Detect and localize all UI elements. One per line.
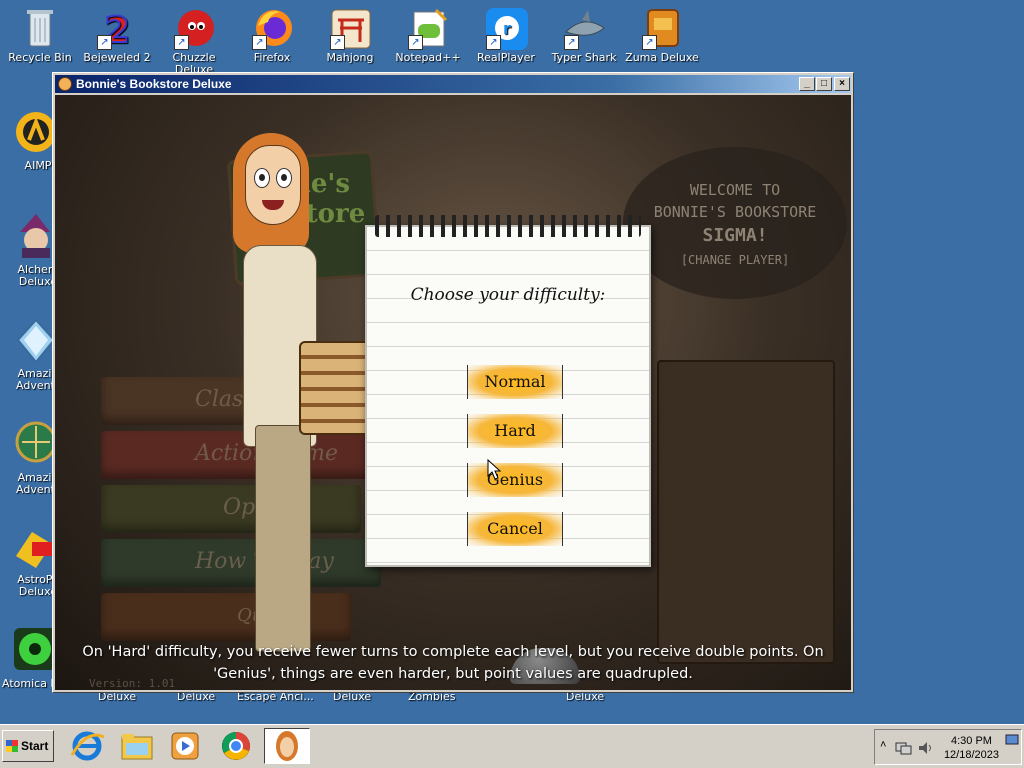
desktop-icon-label: Notepad++ bbox=[395, 51, 461, 64]
media-player-icon[interactable] bbox=[166, 729, 204, 763]
desktop-icon-label: Bejeweled 2 bbox=[83, 51, 151, 64]
firefox-icon: ↗ bbox=[250, 6, 294, 50]
game-canvas: Classic Action Game Options How To Play … bbox=[55, 95, 851, 690]
desktop-icon-typer-shark[interactable]: ↗ Typer Shark bbox=[544, 6, 624, 64]
welcome-bubble bbox=[623, 147, 847, 299]
shortcut-arrow-icon: ↗ bbox=[408, 35, 423, 50]
character-legs bbox=[255, 425, 311, 652]
desktop-icon-aimp[interactable]: AIMP bbox=[12, 110, 56, 172]
network-icon[interactable] bbox=[895, 740, 913, 756]
desktop-icon-label: Recycle Bin bbox=[8, 51, 72, 64]
show-desktop-icon[interactable] bbox=[1005, 734, 1019, 746]
shortcut-arrow-icon: ↗ bbox=[564, 35, 579, 50]
taskbar: Start ˄ 4:30 PM 12/18/2023 bbox=[0, 724, 1024, 768]
desktop-icon-alchemy[interactable]: Alchem Deluxe bbox=[12, 212, 59, 288]
file-explorer-icon[interactable] bbox=[118, 729, 156, 763]
desktop-icon-amazing-adventures-2[interactable]: Amazin Adventu bbox=[12, 420, 62, 496]
chuzzle-icon: ↗ bbox=[172, 6, 216, 50]
spiral-binding bbox=[375, 215, 641, 237]
desktop-icon-zuma[interactable]: ↗ Zuma Deluxe bbox=[622, 6, 702, 64]
maximize-button[interactable]: □ bbox=[816, 77, 832, 91]
version-text: Version: 1.01 bbox=[89, 677, 176, 690]
windows-flag-icon bbox=[6, 740, 18, 752]
atomica-icon bbox=[14, 628, 56, 670]
volume-icon[interactable] bbox=[917, 740, 933, 756]
close-button[interactable]: × bbox=[834, 77, 850, 91]
aimp-icon bbox=[16, 112, 56, 152]
chrome-icon[interactable] bbox=[217, 729, 255, 763]
shortcut-arrow-icon: ↗ bbox=[330, 35, 345, 50]
bonnie-game-taskbar-button[interactable] bbox=[264, 728, 310, 764]
astropop-icon bbox=[16, 532, 52, 568]
bonnie-game-icon bbox=[276, 731, 298, 761]
bookstore-cabinet bbox=[657, 360, 835, 664]
difficulty-dialog: Choose your difficulty: Normal Hard Geni… bbox=[365, 215, 651, 567]
window-title: Bonnie's Bookstore Deluxe bbox=[76, 77, 232, 91]
realplayer-icon: r ↗ bbox=[484, 6, 528, 50]
desktop-icon-atomica[interactable]: Atomica D bbox=[2, 626, 59, 690]
character-eye bbox=[276, 168, 292, 188]
shortcut-arrow-icon: ↗ bbox=[174, 35, 189, 50]
desktop-icon-recycle-bin[interactable]: Recycle Bin bbox=[0, 6, 80, 64]
change-player-link[interactable]: [CHANGE PLAYER] bbox=[623, 253, 847, 267]
show-hidden-icons-icon[interactable]: ˄ bbox=[880, 739, 886, 751]
bonnie-app-icon bbox=[58, 77, 72, 91]
character-eye bbox=[254, 168, 270, 188]
desktop-icon-label: Mahjong bbox=[326, 51, 374, 64]
desktop-icon-bejeweled[interactable]: 2 ↗ Bejeweled 2 bbox=[77, 6, 157, 64]
welcome-line-2: BONNIE'S BOOKSTORE bbox=[653, 203, 817, 221]
start-label: Start bbox=[21, 739, 49, 753]
start-button[interactable]: Start bbox=[2, 730, 54, 762]
amazing-adventures-2-icon bbox=[15, 421, 57, 463]
zuma-icon: ↗ bbox=[640, 6, 684, 50]
clock-date: 12/18/2023 bbox=[943, 749, 999, 761]
typer-shark-icon: ↗ bbox=[562, 6, 606, 50]
genius-button[interactable]: Genius bbox=[467, 463, 563, 497]
notepadpp-icon: ↗ bbox=[406, 6, 450, 50]
desktop-icon-astropop[interactable]: AstroPo Deluxe bbox=[12, 526, 59, 598]
svg-text:r: r bbox=[503, 19, 511, 38]
internet-explorer-icon[interactable] bbox=[68, 729, 106, 763]
clock[interactable]: 4:30 PM 12/18/2023 bbox=[944, 734, 999, 762]
shortcut-arrow-icon: ↗ bbox=[252, 35, 267, 50]
desktop-icon-label: Zuma Deluxe bbox=[625, 51, 699, 64]
game-window: Bonnie's Bookstore Deluxe _ □ × Classic … bbox=[52, 72, 854, 693]
desktop-icon-realplayer[interactable]: r ↗ RealPlayer bbox=[466, 6, 546, 64]
difficulty-prompt: Choose your difficulty: bbox=[410, 285, 606, 305]
character-mouth bbox=[262, 200, 284, 210]
desktop-icon-chuzzle[interactable]: ↗ Chuzzle Deluxe bbox=[154, 6, 234, 76]
caption-line-1: On 'Hard' difficulty, you receive fewer … bbox=[82, 644, 824, 660]
system-tray: ˄ 4:30 PM 12/18/2023 bbox=[874, 729, 1022, 765]
character-face bbox=[245, 145, 301, 225]
mahjong-icon: ↗ bbox=[328, 6, 372, 50]
desktop-icon-label: Typer Shark bbox=[551, 51, 617, 64]
alchemy-icon bbox=[20, 214, 50, 258]
clock-time: 4:30 PM bbox=[950, 735, 992, 747]
minimize-button[interactable]: _ bbox=[799, 77, 815, 91]
shortcut-arrow-icon: ↗ bbox=[97, 35, 112, 50]
window-titlebar[interactable]: Bonnie's Bookstore Deluxe _ □ × bbox=[55, 75, 851, 93]
desktop-icon-notepadpp[interactable]: ↗ Notepad++ bbox=[388, 6, 468, 64]
cancel-button[interactable]: Cancel bbox=[467, 512, 563, 546]
desktop-icon-mahjong[interactable]: ↗ Mahjong bbox=[310, 6, 390, 64]
recycle-bin-icon bbox=[18, 6, 62, 50]
menu-book-quit[interactable] bbox=[101, 593, 351, 641]
shortcut-arrow-icon: ↗ bbox=[486, 35, 501, 50]
amazing-adventures-icon bbox=[16, 318, 56, 364]
desktop-icon-amazing-adventures[interactable]: Amazin Adventu bbox=[12, 318, 62, 392]
bejeweled-icon: 2 ↗ bbox=[95, 6, 139, 52]
desktop-icon-label: Firefox bbox=[253, 51, 291, 64]
normal-button[interactable]: Normal bbox=[467, 365, 563, 399]
desktop-icon-firefox[interactable]: ↗ Firefox bbox=[232, 6, 312, 64]
desktop-icon-label: RealPlayer bbox=[477, 51, 535, 64]
shortcut-arrow-icon: ↗ bbox=[642, 35, 657, 50]
mouse-cursor-icon bbox=[487, 459, 502, 480]
player-name: SIGMA! bbox=[702, 225, 768, 246]
hard-button[interactable]: Hard bbox=[467, 414, 563, 448]
welcome-line-1: WELCOME TO bbox=[689, 181, 781, 199]
